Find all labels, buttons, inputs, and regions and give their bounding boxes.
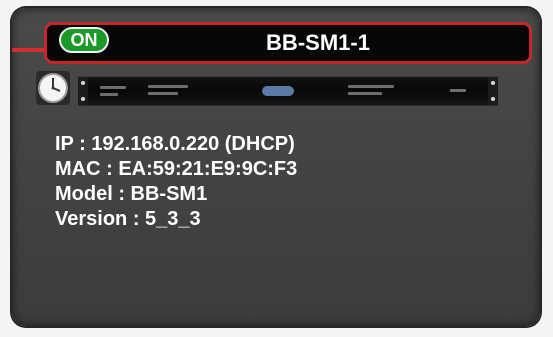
mac-address: MAC : EA:59:21:E9:9C:F3 — [55, 158, 298, 180]
clock-icon[interactable] — [35, 70, 71, 106]
device-rack-image — [78, 76, 498, 106]
device-card[interactable]: ON BB-SM1-1 IP : 192.168.0.220 (DHCP) MA… — [12, 8, 540, 326]
model: Model : BB-SM1 — [55, 183, 208, 205]
status-badge[interactable]: ON — [59, 27, 109, 53]
device-header[interactable]: ON BB-SM1-1 — [44, 22, 532, 64]
version: Version : 5_3_3 — [55, 208, 201, 230]
device-name: BB-SM1-1 — [266, 30, 370, 55]
ip-address: IP : 192.168.0.220 (DHCP) — [55, 133, 295, 155]
device-info: IP : 192.168.0.220 (DHCP) MAC : EA:59:21… — [55, 132, 297, 232]
